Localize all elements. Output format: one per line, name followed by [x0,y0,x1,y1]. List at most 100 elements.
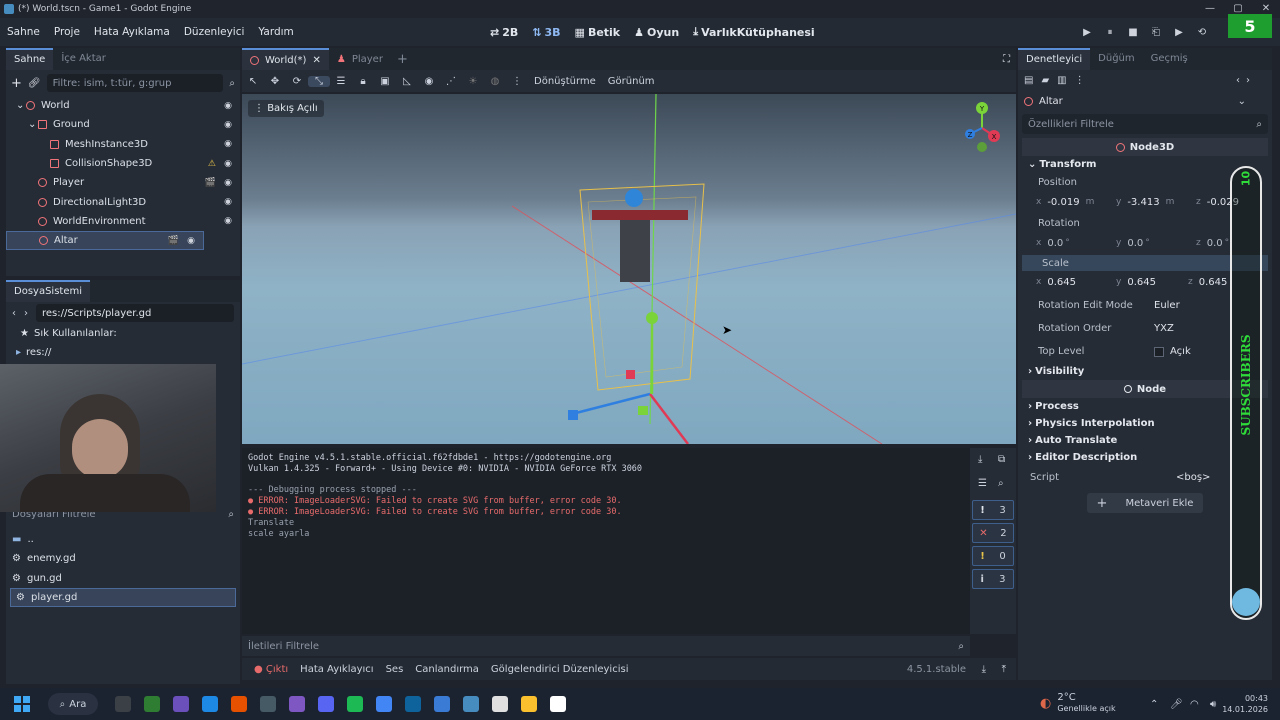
taskbar-app-icon[interactable] [317,696,334,712]
mode-3d-button[interactable]: ⇅ 3B [532,26,560,39]
select-tool-icon[interactable]: ↖ [242,76,264,87]
group-icon[interactable]: ▣ [374,76,396,87]
3d-viewport[interactable]: ➤ ⋮ Bakış Açılı Y X Z [242,94,1016,444]
chevron-down-icon[interactable]: ⌄ [28,119,38,130]
scene-node-ground[interactable]: ⌄ Ground ◉ [6,115,240,134]
transform-menu[interactable]: Dönüştürme [528,76,602,87]
tab-inspector[interactable]: Denetleyici [1018,48,1091,70]
chevron-down-icon[interactable]: ⌄ [1238,96,1246,107]
visibility-eye-icon[interactable]: ◉ [224,101,232,111]
snap-icon[interactable]: ⋰ [440,76,462,87]
scale-handle-plane[interactable] [638,406,648,415]
history-forward-icon[interactable]: › [1246,75,1250,86]
scene-node-collisionshape3d[interactable]: CollisionShape3D ⚠ ◉ [6,154,240,173]
taskbar-app-icon[interactable] [520,696,537,712]
tab-history[interactable]: Geçmiş [1143,48,1196,70]
search-icon[interactable]: ⌕ [998,478,1004,489]
taskbar-app-icon[interactable] [346,696,363,712]
open-scene-icon[interactable]: 🎬 [205,178,216,188]
copy-icon[interactable]: ⧉ [998,454,1005,465]
chevron-up-icon[interactable]: ⌃ [1150,699,1158,710]
open-scene-icon[interactable]: 🎬 [168,236,179,246]
history-back-icon[interactable]: ‹ [1236,75,1240,86]
mode-2d-button[interactable]: ⇄ 2B [490,26,518,39]
scale-handle-x[interactable] [626,370,635,379]
taskbar-app-icon[interactable] [549,696,566,712]
taskbar-app-icon[interactable] [143,696,160,712]
scale-tool-icon[interactable]: ⤡ [308,75,330,87]
more-icon[interactable]: ⋮ [1075,75,1085,86]
taskbar-app-icon[interactable] [404,696,421,712]
taskbar-app-icon[interactable] [375,696,392,712]
wifi-icon[interactable]: ◠ [1190,699,1199,710]
back-icon[interactable]: ‹ [12,308,16,319]
visibility-eye-icon[interactable]: ◉ [224,139,232,149]
visibility-eye-icon[interactable]: ◉ [187,236,195,246]
mode-assetlib-button[interactable]: ⤓ VarlıkKütüphanesi [693,25,814,39]
play-button[interactable]: ▶ [1080,27,1094,38]
visibility-eye-icon[interactable]: ◉ [224,216,232,226]
stop-button[interactable]: ■ [1126,27,1140,38]
new-resource-icon[interactable]: ▤ [1024,75,1033,86]
taskbar-app-icon[interactable] [201,696,218,712]
view-gizmo[interactable]: Y X Z [954,100,1010,156]
scene-node-world[interactable]: ⌄ World ◉ [6,96,240,115]
warning-icon[interactable]: ⚠ [208,159,216,169]
res-root-row[interactable]: ▸ res:// [6,343,240,362]
scene-node-worldenvironment[interactable]: WorldEnvironment ◉ [6,212,240,231]
taskbar-app-icon[interactable] [462,696,479,712]
tab-player[interactable]: ♟ Player [329,48,391,70]
distraction-free-icon[interactable]: ⛶ [1003,54,1010,65]
chevron-down-icon[interactable]: ⌄ [16,100,26,111]
scene-filter-input[interactable]: Filtre: isim, t:tür, g:grup [46,74,224,92]
tab-output[interactable]: ● Çıktı [248,664,294,675]
link-icon[interactable]: 🔗︎ [28,78,41,89]
tab-animation[interactable]: Canlandırma [409,664,485,675]
save-icon[interactable]: ▥ [1057,75,1066,86]
pause-button[interactable]: ⏸ [1103,27,1117,38]
tab-shader-editor[interactable]: Gölgelendirici Düzenleyicisi [485,664,635,675]
message-counter-1[interactable]: ✕ 2 [972,523,1014,543]
checkbox-icon[interactable] [1154,346,1164,357]
list-tool-icon[interactable]: ☰ [330,76,352,87]
rotation-y-field[interactable]: y 0.0 ° [1116,238,1196,249]
clear-icon[interactable]: ⤓ [978,454,982,465]
add-tab-icon[interactable]: + [391,52,414,67]
minimize-button[interactable]: — [1196,0,1224,18]
taskbar-app-icon[interactable] [433,696,450,712]
menu-debug[interactable]: Hata Ayıklama [87,26,177,38]
weather-widget[interactable]: ◐ 2°C Genellikle açık [1040,692,1116,714]
scene-node-altar[interactable]: Altar 🎬 ◉ [6,231,204,251]
selected-node-row[interactable]: Altar ⌄ [1018,90,1272,112]
visibility-eye-icon[interactable]: ◉ [224,178,232,188]
pin-icon[interactable]: ⤓ [982,664,986,675]
message-counter-2[interactable]: ! 0 [972,546,1014,566]
taskbar-app-icon[interactable] [491,696,508,712]
movie-button[interactable]: ⟲ [1195,27,1209,38]
taskbar-app-icon[interactable] [259,696,276,712]
console-filter-input[interactable]: İletileri Filtrele [248,641,958,652]
add-metadata-button[interactable]: + Metaveri Ekle [1087,493,1203,513]
taskbar-app-icon[interactable] [230,696,247,712]
visibility-eye-icon[interactable]: ◉ [224,159,232,169]
view-menu-button[interactable]: ⋮ Bakış Açılı [248,100,324,117]
view-menu[interactable]: Görünüm [602,76,661,87]
filter-icon[interactable]: ☰ [978,478,987,489]
message-counter-3[interactable]: i3 [972,569,1014,589]
property-filter-input[interactable]: Özellikleri Filtrele ⌕ [1022,114,1268,134]
path-field[interactable]: res://Scripts/player.gd [36,304,234,322]
rotate-tool-icon[interactable]: ⟳ [286,76,308,87]
tab-scene[interactable]: Sahne [6,48,54,70]
menu-project[interactable]: Proje [47,26,87,38]
file-row-gun[interactable]: ⚙ gun.gd [6,569,240,588]
expand-icon[interactable]: ⤒ [1002,664,1006,675]
taskbar-search[interactable]: ⌕ Ara [48,693,98,715]
clock[interactable]: 00:43 14.01.2026 [1222,693,1268,715]
scale-y-field[interactable]: y 0.645 [1116,277,1188,288]
visibility-eye-icon[interactable]: ◉ [224,120,232,130]
ruler-icon[interactable]: ◺ [396,76,418,87]
local-space-icon[interactable]: ◉ [418,76,440,87]
taskbar-app-icon[interactable] [288,696,305,712]
mode-game-button[interactable]: ♟ Oyun [634,26,679,39]
tab-world[interactable]: World(*) ✕ [242,48,329,70]
